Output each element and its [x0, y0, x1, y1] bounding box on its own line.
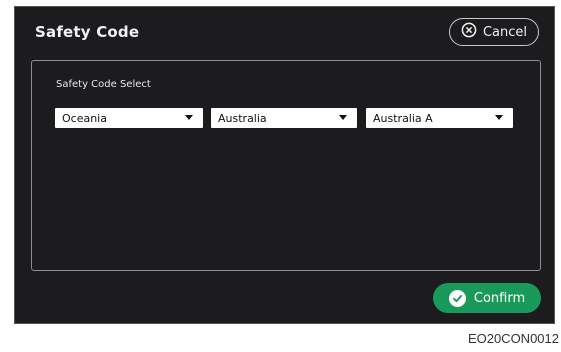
chevron-down-icon [495, 115, 503, 120]
figure-code: EO20CON0012 [467, 331, 559, 346]
chevron-down-icon [339, 115, 347, 120]
confirm-label: Confirm [473, 290, 526, 306]
safety-code-panel: Safety Code Select Oceania Australia Aus… [31, 60, 541, 271]
chevron-down-icon [185, 115, 193, 120]
region-select[interactable]: Oceania [55, 108, 203, 128]
check-circle-icon [448, 289, 466, 307]
region-select-value: Oceania [62, 111, 107, 125]
cancel-button[interactable]: Cancel [449, 18, 539, 46]
confirm-button[interactable]: Confirm [433, 283, 541, 313]
cancel-label: Cancel [482, 24, 528, 40]
safety-code-select-value: Australia A [373, 111, 433, 125]
country-select-value: Australia [218, 111, 267, 125]
close-circle-icon [461, 22, 477, 42]
safety-code-select-label: Safety Code Select [56, 79, 151, 90]
country-select[interactable]: Australia [211, 108, 357, 128]
safety-code-dialog: Safety Code Cancel Safety Code Select Oc… [14, 6, 555, 324]
dialog-title: Safety Code [35, 23, 140, 41]
safety-code-select[interactable]: Australia A [366, 108, 513, 128]
